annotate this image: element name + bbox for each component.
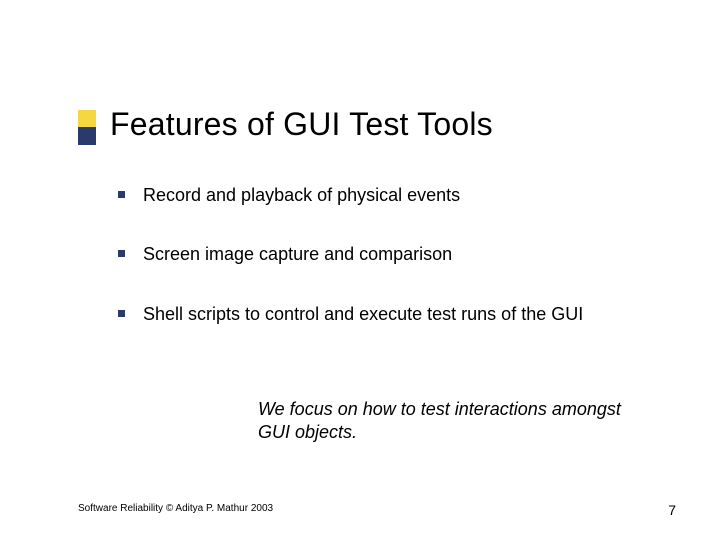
square-bullet-icon: [118, 191, 125, 198]
bullet-list: Record and playback of physical events S…: [118, 184, 660, 362]
bullet-text: Screen image capture and comparison: [143, 243, 452, 266]
slide-title: Features of GUI Test Tools: [110, 106, 493, 143]
bullet-text: Shell scripts to control and execute tes…: [143, 303, 583, 326]
square-bullet-icon: [118, 310, 125, 317]
accent-square-yellow: [78, 110, 96, 128]
title-block: Features of GUI Test Tools: [78, 106, 493, 145]
accent-square-navy: [78, 127, 96, 145]
focus-note: We focus on how to test interactions amo…: [258, 398, 650, 443]
bullet-item: Shell scripts to control and execute tes…: [118, 303, 660, 326]
page-number: 7: [668, 502, 676, 518]
square-bullet-icon: [118, 250, 125, 257]
bullet-text: Record and playback of physical events: [143, 184, 460, 207]
footer-copyright: Software Reliability © Aditya P. Mathur …: [78, 503, 273, 514]
bullet-item: Record and playback of physical events: [118, 184, 660, 207]
title-accent: [78, 110, 96, 145]
bullet-item: Screen image capture and comparison: [118, 243, 660, 266]
slide: Features of GUI Test Tools Record and pl…: [0, 0, 720, 540]
